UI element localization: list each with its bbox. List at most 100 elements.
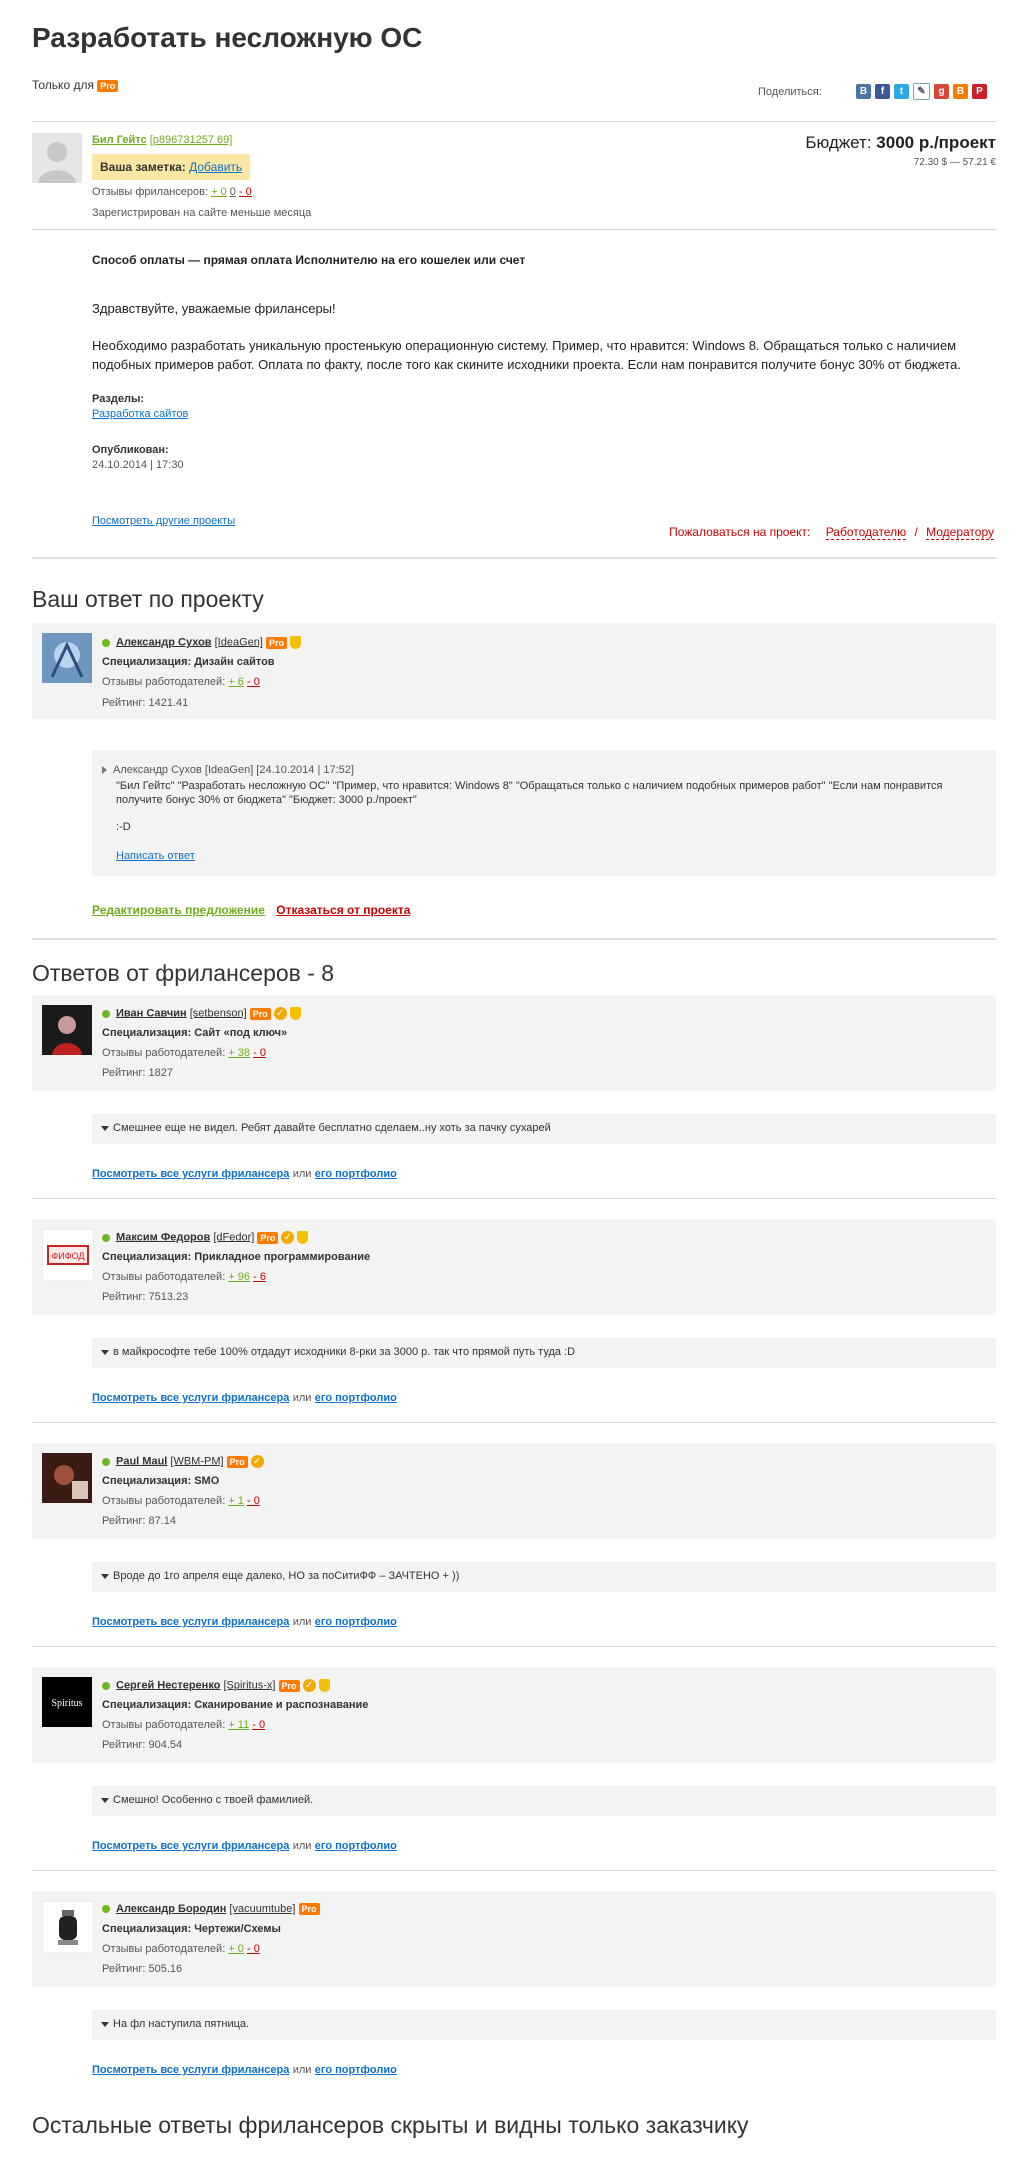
services-link[interactable]: Посмотреть все услуги фрилансера: [92, 1616, 289, 1628]
freelancer-name[interactable]: Александр Бородин: [116, 1903, 226, 1915]
expand-arrow-icon[interactable]: [102, 766, 107, 774]
avatar-image-icon: Spiritus: [42, 1677, 92, 1727]
complain-employer-link[interactable]: Работодателю: [826, 525, 906, 540]
my-avatar: [42, 633, 92, 683]
note-add-link[interactable]: Добавить: [189, 160, 242, 174]
portfolio-link[interactable]: его портфолио: [315, 1840, 397, 1852]
comment-text: Вроде до 1го апреля еще далеко, НО за по…: [113, 1570, 459, 1582]
reviews-plus[interactable]: + 11: [228, 1719, 249, 1731]
client-reviews-zero[interactable]: 0: [230, 186, 236, 198]
reviews-minus[interactable]: - 0: [252, 1719, 265, 1731]
comment-text: Смешно! Особенно с твоей фамилией.: [113, 1794, 313, 1806]
user-placeholder-icon: [32, 133, 82, 183]
verified-shield-icon: [319, 1679, 330, 1692]
verified-shield-icon: [290, 1007, 301, 1020]
my-login[interactable]: [IdeaGen]: [215, 636, 263, 648]
note-label: Ваша заметка:: [100, 160, 186, 174]
reviews-minus[interactable]: - 0: [247, 1495, 260, 1507]
freelancer-specialization: Специализация: Чертежи/Схемы: [102, 1923, 281, 1935]
online-indicator: [102, 1234, 110, 1242]
or-text: или: [293, 1168, 312, 1180]
pinterest-icon[interactable]: P: [972, 84, 987, 99]
sections-label: Разделы:: [92, 393, 144, 405]
services-link[interactable]: Посмотреть все услуги фрилансера: [92, 1392, 289, 1404]
my-name[interactable]: Александр Сухов: [116, 636, 212, 648]
client-login[interactable]: [p896731257 69]: [150, 134, 233, 146]
freelancer-login[interactable]: [WBM-PM]: [170, 1455, 223, 1467]
vk-icon[interactable]: В: [856, 84, 871, 99]
verified-check-icon: ✓: [281, 1231, 294, 1244]
client-name-line: Бил Гейтс [p896731257 69]: [92, 134, 232, 146]
freelancer-name[interactable]: Иван Савчин: [116, 1007, 187, 1019]
comment: Смешно! Особенно с твоей фамилией.: [101, 1794, 313, 1806]
freelancer-login[interactable]: [dFedor]: [213, 1231, 254, 1243]
or-text: или: [293, 1616, 312, 1628]
freelancer-reviews: Отзывы работодателей: + 38 - 0: [102, 1047, 266, 1059]
client-reviews-minus[interactable]: - 0: [239, 186, 252, 198]
divider: [32, 229, 996, 230]
reviews-minus[interactable]: - 0: [253, 1047, 266, 1059]
verified-check-icon: ✓: [251, 1455, 264, 1468]
share-buttons: Вft ✎ gBP: [852, 83, 987, 100]
portfolio-link[interactable]: его портфолио: [315, 1616, 397, 1628]
budget-block: Бюджет: 3000 р./проект 72.30 $ — 57.21 €: [805, 133, 996, 168]
comment-text: На фл наступила пятница.: [113, 2018, 249, 2030]
write-reply-link[interactable]: Написать ответ: [116, 850, 195, 862]
freelancer-name[interactable]: Paul Maul: [116, 1455, 167, 1467]
client-reviews-plus[interactable]: + 0: [211, 186, 227, 198]
other-projects-link[interactable]: Посмотреть другие проекты: [92, 515, 235, 527]
portfolio-link[interactable]: его портфолио: [315, 1392, 397, 1404]
reviews-label: Отзывы работодателей:: [102, 1495, 225, 1507]
collapse-arrow-icon[interactable]: [101, 2022, 109, 2027]
reviews-plus[interactable]: + 1: [228, 1495, 244, 1507]
divider: [32, 938, 996, 940]
client-name[interactable]: Бил Гейтс: [92, 134, 147, 146]
livejournal-icon[interactable]: ✎: [913, 83, 930, 100]
freelancer-rating: Рейтинг: 1827: [102, 1067, 173, 1079]
comment: На фл наступила пятница.: [101, 2018, 249, 2030]
avatar-image-icon: ФИФОД: [43, 1230, 93, 1280]
reviews-label: Отзывы работодателей:: [102, 1943, 225, 1955]
edit-offer-link[interactable]: Редактировать предложение: [92, 903, 265, 917]
twitter-icon[interactable]: t: [894, 84, 909, 99]
freelancer-links: Посмотреть все услуги фрилансера или его…: [92, 1390, 397, 1404]
freelancer-name[interactable]: Максим Федоров: [116, 1231, 210, 1243]
divider: [32, 557, 996, 559]
portfolio-link[interactable]: его портфолио: [315, 1168, 397, 1180]
reviews-plus[interactable]: + 0: [228, 1943, 244, 1955]
freelancer-login[interactable]: [setbenson]: [190, 1007, 247, 1019]
collapse-arrow-icon[interactable]: [101, 1350, 109, 1355]
services-link[interactable]: Посмотреть все услуги фрилансера: [92, 1840, 289, 1852]
services-link[interactable]: Посмотреть все услуги фрилансера: [92, 2064, 289, 2076]
freelancer-rating: Рейтинг: 87.14: [102, 1515, 176, 1527]
description: Необходимо разработать уникальную просте…: [92, 336, 972, 374]
reviews-plus[interactable]: + 96: [228, 1271, 250, 1283]
my-reviews-minus[interactable]: - 0: [247, 676, 260, 688]
reviews-minus[interactable]: - 6: [253, 1271, 266, 1283]
portfolio-link[interactable]: его портфолио: [315, 2064, 397, 2076]
complain-moderator-link[interactable]: Модератору: [926, 525, 994, 540]
online-indicator: [102, 1905, 110, 1913]
freelancer-specialization: Специализация: SMO: [102, 1475, 219, 1487]
refuse-project-link[interactable]: Отказаться от проекта: [276, 903, 410, 917]
freelancer-links: Посмотреть все услуги фрилансера или его…: [92, 1614, 397, 1628]
reviews-plus[interactable]: + 38: [228, 1047, 250, 1059]
facebook-icon[interactable]: f: [875, 84, 890, 99]
reviews-minus[interactable]: - 0: [247, 1943, 260, 1955]
online-indicator: [102, 1010, 110, 1018]
section-link[interactable]: Разработка сайтов: [92, 408, 188, 420]
blogger-icon[interactable]: B: [953, 84, 968, 99]
collapse-arrow-icon[interactable]: [101, 1126, 109, 1131]
page-title: Разработать несложную ОС: [32, 22, 422, 54]
my-reviews-plus[interactable]: + 6: [228, 676, 244, 688]
freelancer-login[interactable]: [vacuumtube]: [229, 1903, 295, 1915]
services-link[interactable]: Посмотреть все услуги фрилансера: [92, 1168, 289, 1180]
reviews-label: Отзывы работодателей:: [102, 1719, 225, 1731]
freelancer-name[interactable]: Сергей Нестеренко: [116, 1679, 220, 1691]
online-indicator: [102, 1458, 110, 1466]
freelancer-login[interactable]: [Spiritus-x]: [223, 1679, 275, 1691]
collapse-arrow-icon[interactable]: [101, 1574, 109, 1579]
freelancer-name-line: Сергей Нестеренко [Spiritus-x] Pro✓: [102, 1679, 330, 1692]
collapse-arrow-icon[interactable]: [101, 1798, 109, 1803]
googleplus-icon[interactable]: g: [934, 84, 949, 99]
